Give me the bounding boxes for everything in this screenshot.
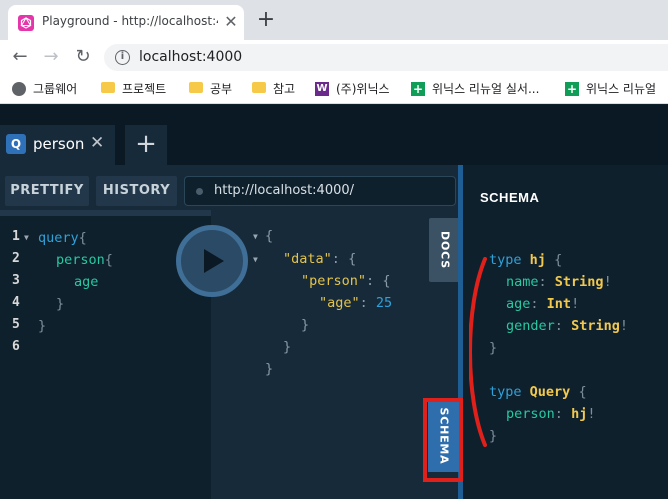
reload-icon[interactable]: ↻ (72, 46, 94, 68)
bookmark-item[interactable]: 프로젝트 (101, 80, 166, 98)
close-query-tab-icon[interactable]: ✕ (90, 133, 104, 153)
bookmark-item[interactable]: 공부 (189, 80, 232, 98)
line-number: 3 (12, 273, 20, 288)
code-line: person{ (56, 252, 113, 268)
close-tab-icon[interactable]: ✕ (222, 13, 240, 31)
line-number: 4 (12, 295, 20, 310)
fold-arrow-icon[interactable]: ▼ (24, 233, 29, 242)
code-line: } (56, 296, 65, 312)
schema-line: gender: String! (506, 318, 628, 334)
line-number: 6 (12, 339, 20, 354)
sheets-icon: + (565, 81, 579, 96)
bookmark-item[interactable]: W (주)위닉스 (315, 80, 390, 98)
result-line: "age": 25 (319, 295, 393, 311)
schema-line: name: String! (506, 274, 612, 290)
annotation-bracket (469, 257, 487, 447)
code-line: } (38, 318, 47, 334)
code-line: age (74, 274, 99, 290)
line-number: 5 (12, 317, 20, 332)
line-number: 1 (12, 229, 20, 244)
editor-tab-underline (0, 210, 211, 216)
address-bar[interactable]: i localhost:4000 (104, 44, 668, 71)
bookmark-item[interactable]: 그룹웨어 (12, 80, 77, 98)
query-tab-name: person (33, 135, 85, 153)
schema-line: person: hj! (506, 406, 596, 422)
result-line: } (301, 317, 310, 333)
connection-status-icon (196, 188, 203, 195)
schema-panel: SCHEMA type hj { name: String! age: Int!… (463, 165, 668, 499)
query-badge: Q (6, 134, 26, 154)
bookmark-item[interactable]: 참고 (252, 80, 295, 98)
bookmark-item[interactable]: + 위닉스 리뉴얼 (565, 80, 656, 98)
site-info-icon[interactable]: i (115, 50, 130, 65)
result-line: "data": { (283, 251, 357, 267)
result-line: } (283, 339, 292, 355)
schema-line: age: Int! (506, 296, 580, 312)
browser-tab[interactable]: Playground - http://localhost:40 ✕ (8, 5, 244, 40)
result-line: "person": { (301, 273, 391, 289)
fold-arrow-icon[interactable]: ▼ (253, 255, 258, 264)
schema-line: type Query { (489, 384, 587, 400)
add-query-tab-button[interactable]: + (125, 125, 167, 165)
schema-heading: SCHEMA (480, 190, 540, 205)
graphql-icon (18, 15, 34, 31)
browser-toolbar: ← → ↻ i localhost:4000 (0, 40, 668, 74)
result-line: } (265, 361, 274, 377)
play-icon (204, 249, 224, 273)
schema-line: type hj { (489, 252, 563, 268)
result-viewer[interactable]: ▼ ▼ { "data": { "person": { "age": 25 } … (211, 215, 459, 499)
globe-icon (12, 81, 26, 96)
browser-tabstrip: Playground - http://localhost:40 ✕ + (0, 0, 668, 40)
bookmarks-bar: 그룹웨어 프로젝트 공부 참고 W (주)위닉스 + 위닉스 리뉴얼 실서... +… (0, 74, 668, 104)
docs-tab[interactable]: DOCS (429, 218, 460, 282)
annotation-highlight-box (423, 398, 463, 482)
playground-toolbar: PRETTIFY HISTORY http://localhost:4000/ (0, 165, 460, 215)
folder-icon (189, 82, 203, 93)
sheets-icon: + (411, 81, 425, 96)
line-number: 2 (12, 251, 20, 266)
folder-icon (252, 82, 266, 93)
query-tab[interactable]: Q person ✕ (0, 125, 115, 165)
schema-line: } (489, 428, 498, 444)
w-logo-icon: W (315, 81, 329, 96)
schema-line: } (489, 340, 498, 356)
new-tab-button[interactable]: + (254, 8, 278, 32)
code-line: query{ (38, 230, 87, 246)
bookmark-item[interactable]: + 위닉스 리뉴얼 실서... (411, 80, 539, 98)
history-button[interactable]: HISTORY (96, 176, 177, 206)
execute-query-button[interactable] (176, 225, 248, 297)
result-line: { (265, 228, 274, 244)
prettify-button[interactable]: PRETTIFY (5, 176, 89, 206)
folder-icon (101, 82, 115, 93)
forward-icon[interactable]: → (40, 46, 62, 68)
line-number-gutter: 1 2 3 4 5 6 ▼ (0, 221, 34, 499)
back-icon[interactable]: ← (9, 46, 31, 68)
playground-tabbar: Q person ✕ + (0, 105, 668, 165)
endpoint-url[interactable]: http://localhost:4000/ (214, 183, 354, 198)
fold-arrow-icon[interactable]: ▼ (253, 232, 258, 241)
address-url[interactable]: localhost:4000 (139, 49, 242, 65)
tab-title: Playground - http://localhost:40 (42, 14, 218, 28)
endpoint-input[interactable]: http://localhost:4000/ (184, 176, 456, 206)
